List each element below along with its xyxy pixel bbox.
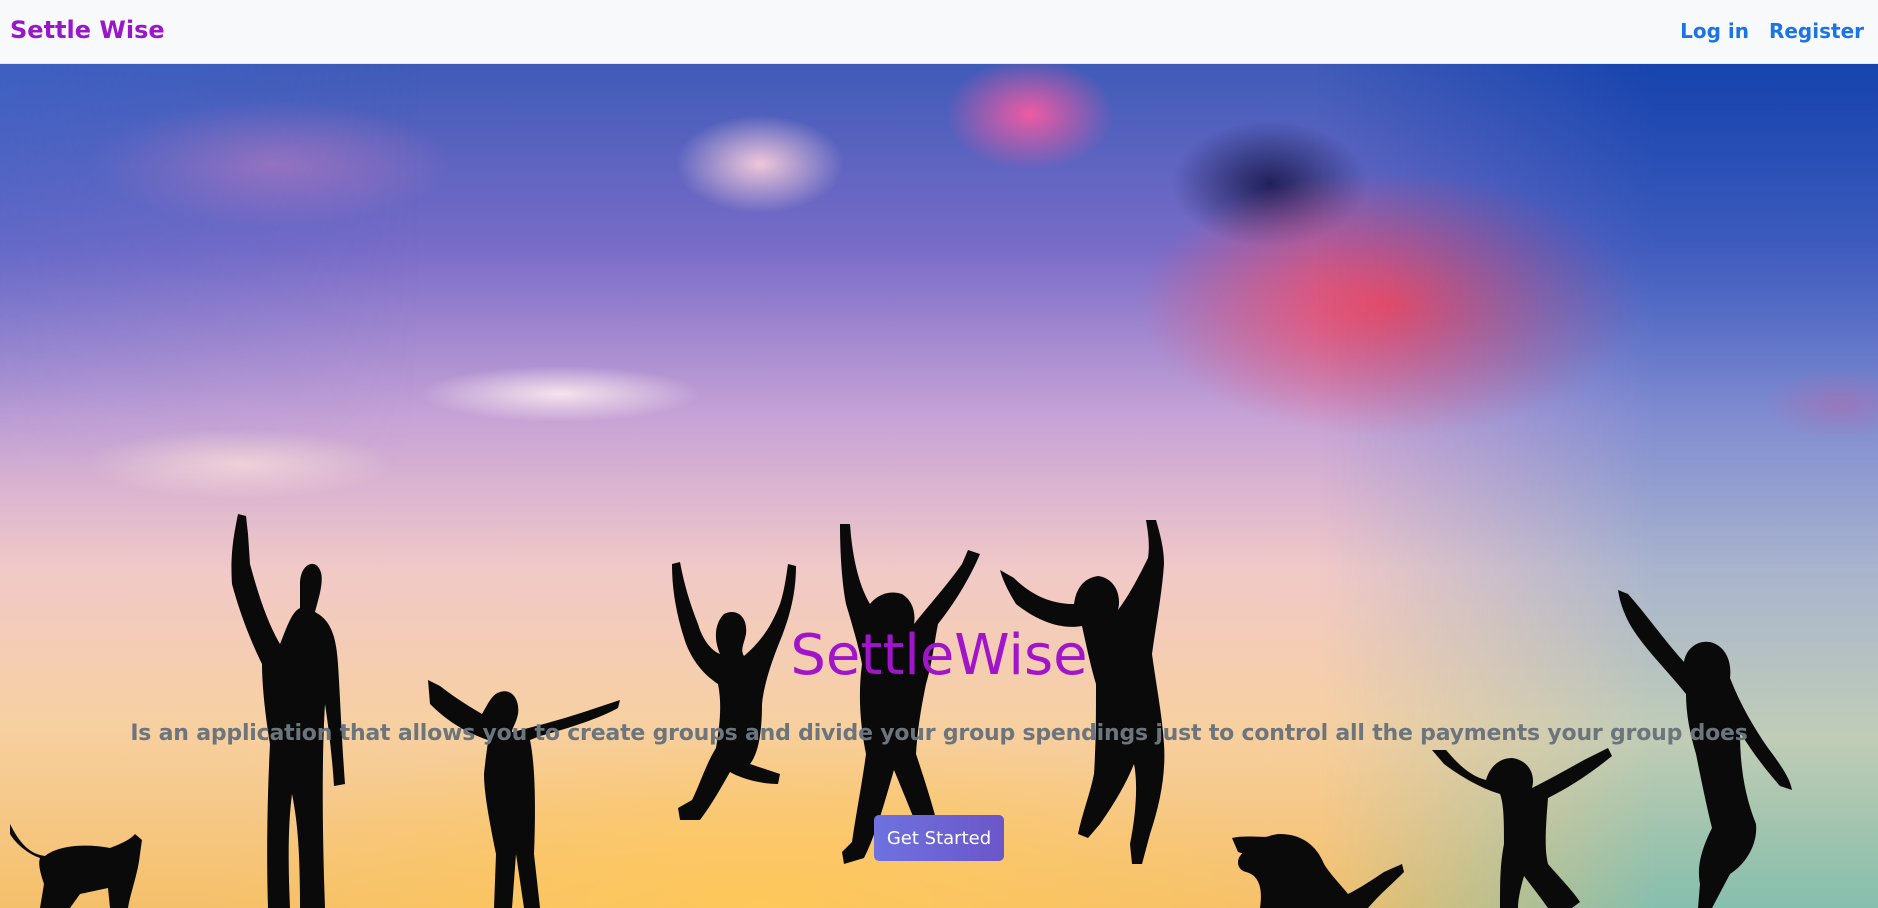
cat-silhouette	[10, 824, 142, 908]
hero-title: SettleWise	[790, 623, 1088, 688]
person-silhouette	[1432, 748, 1612, 908]
brand-link[interactable]: Settle Wise	[10, 16, 165, 44]
hero-subtitle: Is an application that allows you to cre…	[130, 721, 1748, 746]
hero-section: SettleWise Is an application that allows…	[0, 64, 1878, 908]
login-link[interactable]: Log in	[1680, 19, 1749, 43]
person-silhouette	[428, 680, 620, 908]
jumping-people-silhouettes-image	[10, 514, 1792, 908]
register-link[interactable]: Register	[1769, 19, 1864, 43]
navbar: Settle Wise Log in Register	[0, 0, 1878, 64]
get-started-button[interactable]: Get Started	[874, 815, 1004, 861]
nav-links: Log in Register	[1680, 19, 1864, 43]
person-silhouette	[672, 562, 796, 820]
person-silhouette	[840, 524, 980, 864]
person-silhouette	[1000, 520, 1165, 864]
person-silhouette	[231, 514, 345, 908]
